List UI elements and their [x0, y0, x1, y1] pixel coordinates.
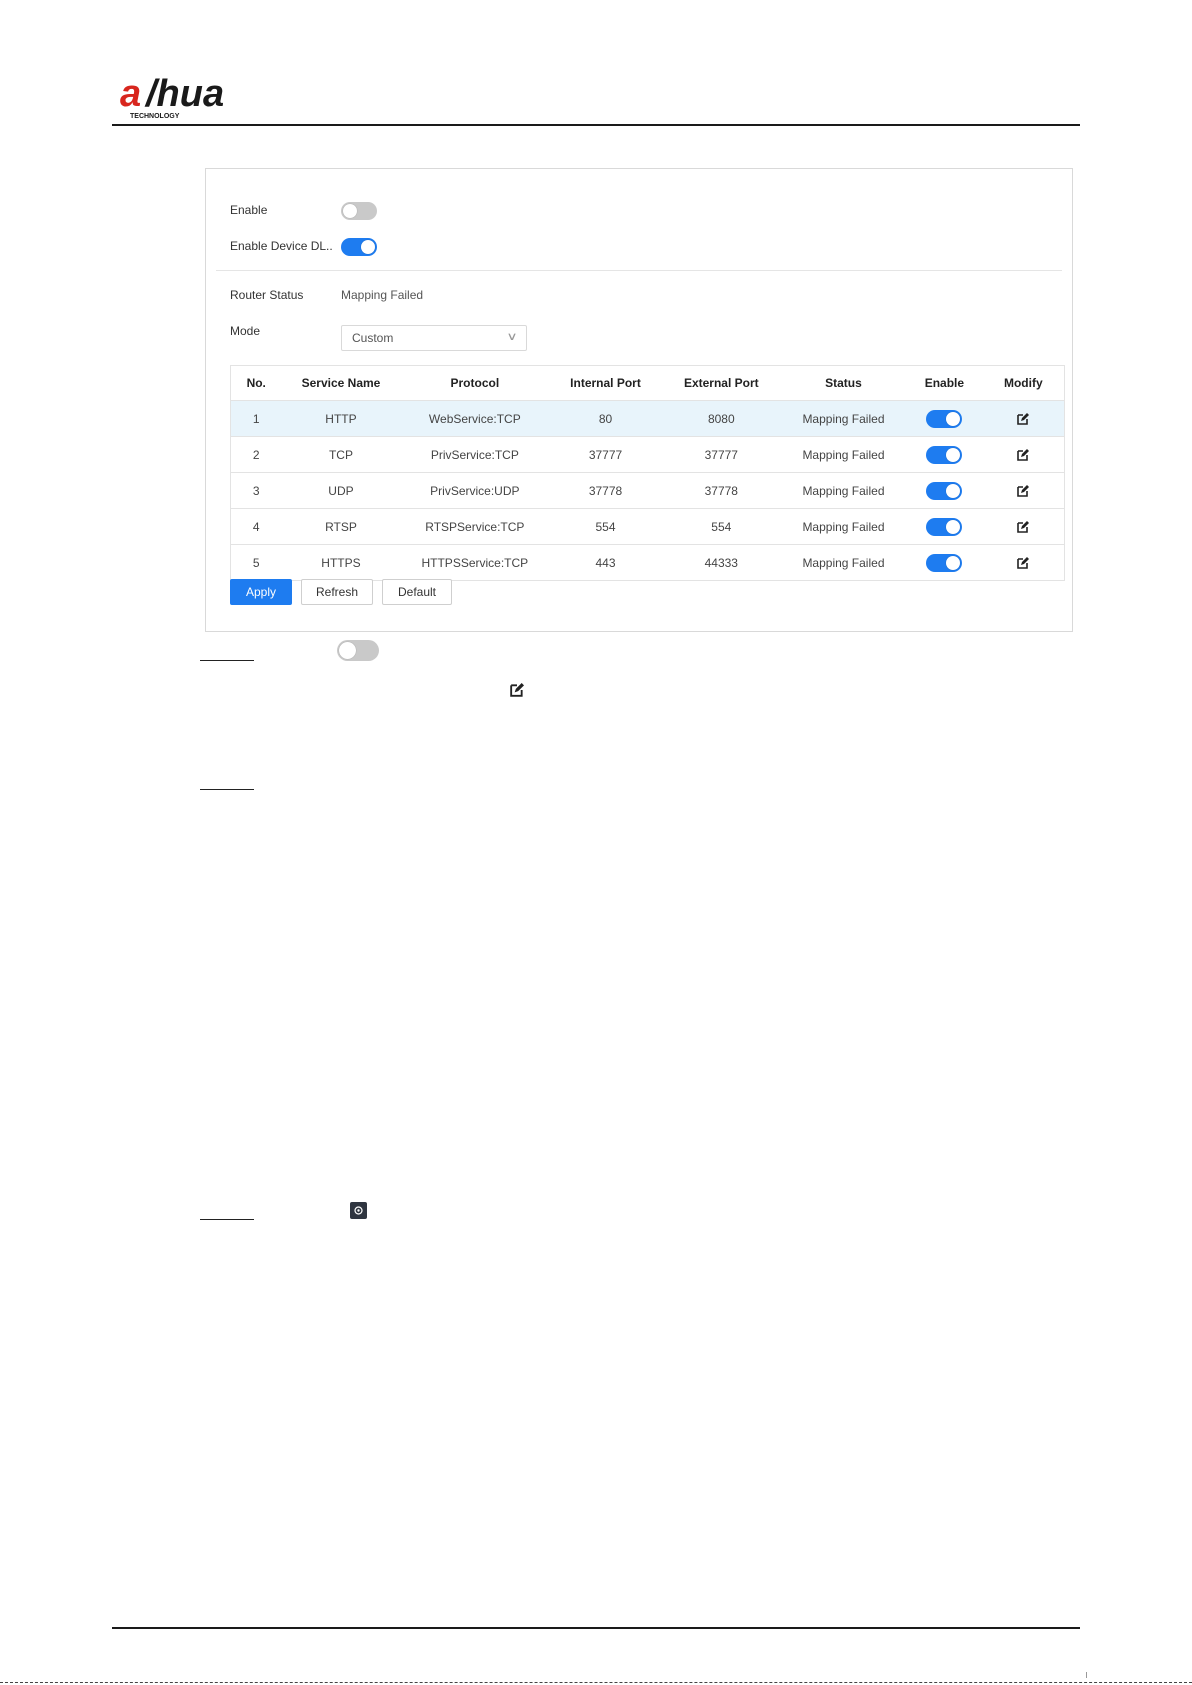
dahua-logo: a /hua TECHNOLOGY [120, 73, 224, 120]
cell-no: 4 [230, 508, 282, 545]
table-header-row: No. Service Name Protocol Internal Port … [230, 365, 1065, 401]
svg-text:/hua: /hua [144, 73, 224, 115]
cell-external-port: 44333 [661, 544, 781, 581]
cell-internal-port: 554 [549, 508, 662, 545]
enable-toggle[interactable] [341, 202, 377, 220]
cell-protocol: RTSPService:TCP [400, 508, 550, 545]
table-row[interactable]: 1 HTTP WebService:TCP 80 8080 Mapping Fa… [230, 400, 1065, 437]
gear-icon [350, 1202, 367, 1219]
row-enable-toggle[interactable] [926, 445, 963, 464]
header-enable: Enable [906, 365, 983, 401]
row-enable-toggle[interactable] [926, 481, 963, 500]
cell-enable [906, 472, 983, 509]
header-internal-port: Internal Port [549, 365, 662, 401]
header-protocol: Protocol [400, 365, 550, 401]
page-corner-mark [1086, 1672, 1087, 1678]
footer-rule [112, 1627, 1080, 1629]
step-marker-line [200, 1219, 254, 1220]
cell-service: HTTPS [281, 544, 401, 581]
table-row[interactable]: 4 RTSP RTSPService:TCP 554 554 Mapping F… [230, 508, 1065, 545]
cell-modify [982, 508, 1065, 545]
cell-status: Mapping Failed [780, 472, 907, 509]
cell-protocol: PrivService:TCP [400, 436, 550, 473]
step-marker-line [200, 660, 254, 661]
mode-select-value: Custom [352, 331, 394, 345]
dlna-toggle[interactable] [341, 238, 377, 256]
cell-service: TCP [281, 436, 401, 473]
cell-status: Mapping Failed [780, 436, 907, 473]
table-row[interactable]: 2 TCP PrivService:TCP 37777 37777 Mappin… [230, 436, 1065, 473]
header-service-name: Service Name [281, 365, 401, 401]
router-status-value: Mapping Failed [341, 288, 424, 302]
section-divider [216, 270, 1062, 271]
upnp-settings-panel: Enable Enable Device DL.. Router Status … [205, 168, 1073, 632]
svg-text:TECHNOLOGY: TECHNOLOGY [130, 113, 180, 120]
edit-icon[interactable] [1017, 449, 1030, 462]
cell-no: 3 [230, 472, 282, 509]
router-status-label: Router Status [230, 288, 304, 302]
edit-icon[interactable] [1017, 485, 1030, 498]
cell-external-port: 8080 [661, 400, 781, 437]
cell-no: 2 [230, 436, 282, 473]
edit-icon[interactable] [1017, 557, 1030, 570]
svg-text:a: a [120, 73, 141, 115]
table-row[interactable]: 5 HTTPS HTTPSService:TCP 443 44333 Mappi… [230, 544, 1065, 581]
header-external-port: External Port [661, 365, 781, 401]
row-enable-toggle[interactable] [926, 409, 963, 428]
dlna-label: Enable Device DL.. [230, 239, 333, 253]
cell-internal-port: 37777 [549, 436, 662, 473]
cell-service: HTTP [281, 400, 401, 437]
cell-service: RTSP [281, 508, 401, 545]
cell-status: Mapping Failed [780, 400, 907, 437]
cell-modify [982, 544, 1065, 581]
cell-protocol: HTTPSService:TCP [400, 544, 550, 581]
cell-external-port: 37777 [661, 436, 781, 473]
cell-status: Mapping Failed [780, 544, 907, 581]
cell-enable [906, 544, 983, 581]
mode-label: Mode [230, 324, 261, 338]
cell-modify [982, 472, 1065, 509]
edit-icon[interactable] [1017, 413, 1030, 426]
table-row[interactable]: 3 UDP PrivService:UDP 37778 37778 Mappin… [230, 472, 1065, 509]
mode-select[interactable]: Custom ∨ [341, 325, 527, 351]
default-button[interactable]: Default [382, 579, 452, 605]
cell-no: 1 [230, 400, 282, 437]
chevron-down-icon: ∨ [506, 331, 518, 343]
refresh-button[interactable]: Refresh [301, 579, 373, 605]
cell-enable [906, 436, 983, 473]
cell-service: UDP [281, 472, 401, 509]
header-modify: Modify [982, 365, 1065, 401]
cell-internal-port: 37778 [549, 472, 662, 509]
cell-external-port: 554 [661, 508, 781, 545]
cell-internal-port: 80 [549, 400, 662, 437]
header-no: No. [230, 365, 282, 401]
row-enable-toggle[interactable] [926, 553, 963, 572]
cell-status: Mapping Failed [780, 508, 907, 545]
inline-toggle-off-icon [337, 640, 379, 661]
header-status: Status [780, 365, 907, 401]
cell-modify [982, 436, 1065, 473]
cell-enable [906, 400, 983, 437]
cell-protocol: PrivService:UDP [400, 472, 550, 509]
page-edge [0, 1682, 1192, 1684]
cell-no: 5 [230, 544, 282, 581]
inline-edit-icon [510, 683, 524, 697]
port-mapping-table: No. Service Name Protocol Internal Port … [230, 365, 1065, 581]
cell-enable [906, 508, 983, 545]
cell-external-port: 37778 [661, 472, 781, 509]
cell-modify [982, 400, 1065, 437]
step-marker-line [200, 789, 254, 790]
header-rule [112, 124, 1080, 126]
enable-label: Enable [230, 203, 268, 217]
row-enable-toggle[interactable] [926, 517, 963, 536]
cell-internal-port: 443 [549, 544, 662, 581]
apply-button[interactable]: Apply [230, 579, 292, 605]
edit-icon[interactable] [1017, 521, 1030, 534]
cell-protocol: WebService:TCP [400, 400, 550, 437]
